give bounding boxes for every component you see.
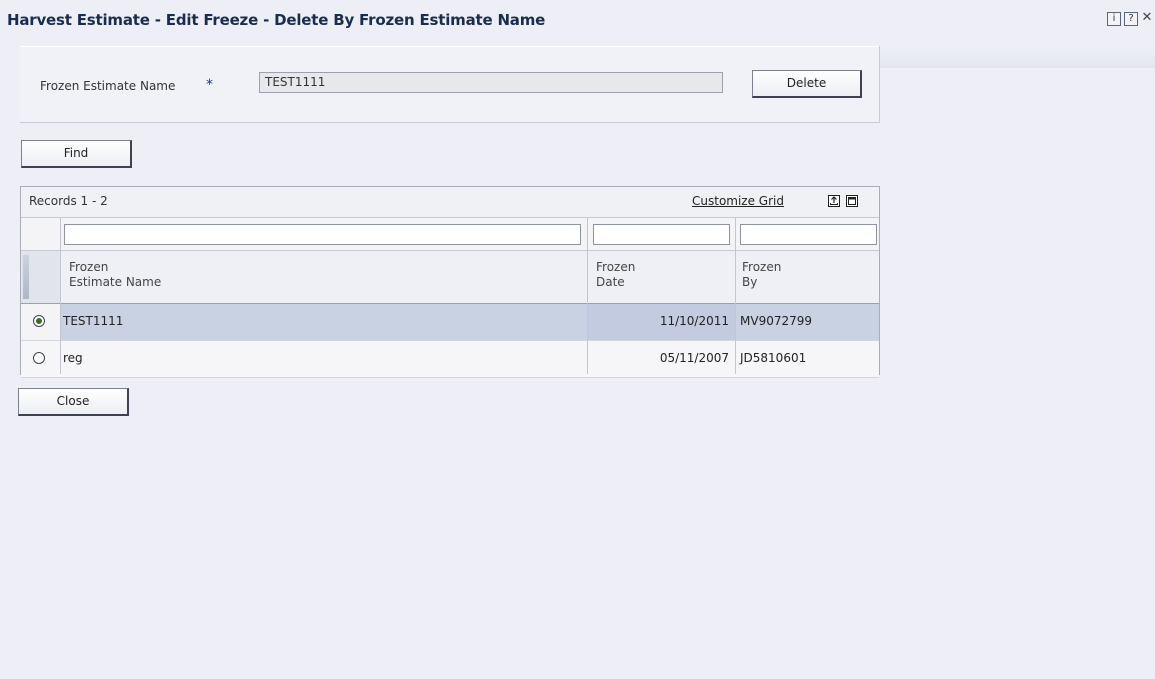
help-icon[interactable]: ? <box>1124 12 1138 26</box>
query-by-example-row <box>21 218 879 251</box>
filter-panel: Frozen Estimate Name * TEST1111 Delete <box>20 46 880 123</box>
column-header-row: Frozen Estimate Name Frozen Date Frozen … <box>21 251 879 304</box>
column-header-estimate-name[interactable]: Frozen Estimate Name <box>69 260 161 290</box>
column-divider <box>587 218 588 374</box>
customize-grid-link[interactable]: Customize Grid <box>692 194 784 208</box>
qbe-frozen-date-input[interactable] <box>593 224 730 245</box>
table-row[interactable]: reg 05/11/2007 JD5810601 <box>21 341 879 378</box>
cell-frozen-date: 05/11/2007 <box>659 351 729 365</box>
required-marker: * <box>206 77 213 93</box>
info-icon[interactable]: i <box>1107 12 1121 26</box>
cell-estimate-name: reg <box>63 351 83 365</box>
export-icon[interactable] <box>828 195 840 207</box>
frozen-estimate-name-label: Frozen Estimate Name <box>40 79 176 93</box>
qbe-frozen-by-input[interactable] <box>740 224 877 245</box>
title-bar: Harvest Estimate - Edit Freeze - Delete … <box>0 0 1155 46</box>
find-button[interactable]: Find <box>21 140 132 168</box>
row-radio-button[interactable] <box>33 315 45 327</box>
column-header-line: Frozen <box>596 260 636 274</box>
column-header-line: Frozen <box>69 260 109 274</box>
page-title: Harvest Estimate - Edit Freeze - Delete … <box>7 11 546 29</box>
column-header-line: Estimate Name <box>69 275 162 289</box>
column-divider <box>60 218 61 374</box>
column-header-frozen-date[interactable]: Frozen Date <box>596 260 635 290</box>
select-column-header <box>21 251 60 303</box>
delete-button[interactable]: Delete <box>752 70 862 98</box>
column-header-line: By <box>742 275 758 289</box>
title-icons: i ? ✕ <box>1107 11 1153 26</box>
records-count: Records 1 - 2 <box>29 194 108 208</box>
row-select-cell <box>21 304 60 340</box>
close-button[interactable]: Close <box>18 388 129 416</box>
column-header-frozen-by[interactable]: Frozen By <box>742 260 781 290</box>
records-grid: Records 1 - 2 Customize Grid Frozen Esti… <box>20 186 880 378</box>
row-radio-button[interactable] <box>33 352 45 364</box>
row-select-cell <box>21 341 60 377</box>
column-divider <box>735 218 736 374</box>
cell-frozen-date: 11/10/2011 <box>659 314 729 328</box>
cell-frozen-by: JD5810601 <box>740 351 807 365</box>
column-header-line: Frozen <box>742 260 782 274</box>
table-row[interactable]: TEST1111 11/10/2011 MV9072799 <box>21 304 879 341</box>
cell-estimate-name: TEST1111 <box>63 314 124 328</box>
frozen-estimate-name-input[interactable]: TEST1111 <box>259 72 723 93</box>
cell-frozen-by: MV9072799 <box>740 314 813 328</box>
maximize-grid-icon[interactable] <box>846 195 858 207</box>
column-header-line: Date <box>596 275 625 289</box>
grid-header: Records 1 - 2 Customize Grid <box>21 187 879 218</box>
qbe-estimate-name-input[interactable] <box>64 224 581 245</box>
close-icon[interactable]: ✕ <box>1141 11 1153 24</box>
